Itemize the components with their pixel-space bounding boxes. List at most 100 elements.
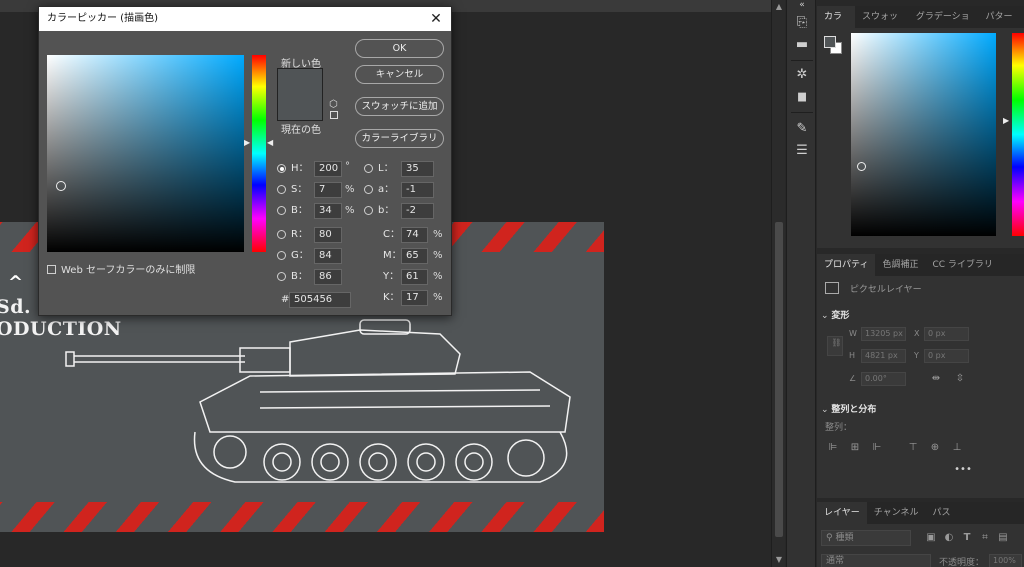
red-field[interactable]: 80 — [314, 227, 342, 243]
filter-shape-icon[interactable]: ⌗ — [979, 532, 991, 544]
saturation-field[interactable]: 7 — [314, 182, 342, 198]
tab-channels[interactable]: チャンネル — [867, 502, 926, 524]
flip-vertical-icon[interactable]: ⇳ — [954, 373, 966, 385]
hex-field[interactable]: 505456 — [289, 292, 351, 308]
align-right-icon[interactable]: ⊩ — [871, 442, 883, 454]
hue-marker-left-icon[interactable]: ◀ — [267, 138, 273, 147]
websafe-checkbox[interactable] — [47, 265, 56, 274]
layers-panel-tabs: レイヤー チャンネル パス — [817, 502, 1024, 524]
saturation-radio[interactable] — [277, 185, 286, 194]
align-section-header[interactable]: ⌄ 整列と分布 — [821, 402, 1024, 415]
red-radio[interactable] — [277, 230, 286, 239]
tab-cc-libraries[interactable]: CC ライブラリ — [925, 254, 999, 276]
filter-smart-icon[interactable]: ▤ — [997, 532, 1009, 544]
layer-filter-select[interactable]: ⚲ 種類 — [821, 530, 911, 546]
yellow-unit: % — [433, 271, 443, 282]
tab-gradients[interactable]: グラデーション — [909, 6, 979, 44]
filter-image-icon[interactable]: ▣ — [925, 532, 937, 544]
opacity-field[interactable]: 100% — [989, 554, 1022, 567]
hue-slider[interactable] — [1012, 33, 1024, 236]
yellow-field[interactable]: 61 — [401, 269, 428, 285]
comment-icon[interactable]: ▬ — [792, 36, 812, 54]
dialog-titlebar[interactable]: カラーピッカー (描画色) ✕ — [39, 7, 451, 31]
tab-properties[interactable]: プロパティ — [817, 254, 876, 276]
align-center-h-icon[interactable]: ⊞ — [849, 442, 861, 454]
y-field[interactable]: 0 px — [924, 349, 969, 363]
saturation-unit: % — [345, 184, 355, 195]
hue-slider[interactable] — [252, 55, 266, 252]
cube-icon[interactable]: ⬡ — [329, 99, 338, 110]
scroll-up-icon[interactable]: ▲ — [774, 2, 784, 12]
tab-layers[interactable]: レイヤー — [817, 502, 867, 524]
color-field-cursor[interactable] — [857, 162, 866, 171]
more-options-icon[interactable]: ••• — [953, 464, 973, 476]
blue-field[interactable]: 86 — [314, 269, 342, 285]
brush-icon[interactable]: ✎ — [792, 120, 812, 138]
vertical-scrollbar[interactable]: ▲ ▼ — [771, 0, 785, 567]
cyan-unit: % — [433, 229, 443, 240]
lab-a-field[interactable]: -1 — [401, 182, 434, 198]
navigator-icon[interactable]: ✲ — [792, 66, 812, 84]
lab-b-field[interactable]: -2 — [401, 203, 434, 219]
cyan-field[interactable]: 74 — [401, 227, 428, 243]
width-field[interactable]: 13205 px — [861, 327, 906, 341]
tab-patterns[interactable]: パターン — [979, 6, 1024, 44]
x-field[interactable]: 0 px — [924, 327, 969, 341]
hue-slider-marker-icon[interactable]: ▶ — [1003, 116, 1009, 125]
foreground-color-swatch[interactable] — [824, 36, 836, 48]
color-libraries-button[interactable]: カラーライブラリ — [355, 129, 444, 148]
brightness-radio[interactable] — [277, 206, 286, 215]
align-center-v-icon[interactable]: ⊕ — [929, 442, 941, 454]
cancel-button[interactable]: キャンセル — [355, 65, 444, 84]
color-field[interactable] — [851, 33, 996, 236]
picker-cursor[interactable] — [56, 181, 66, 191]
brightness-field[interactable]: 34 — [314, 203, 342, 219]
tab-adjustments[interactable]: 色調補正 — [875, 254, 925, 276]
scroll-down-icon[interactable]: ▼ — [774, 555, 784, 565]
flip-horizontal-icon[interactable]: ⇹ — [930, 373, 942, 385]
magenta-field[interactable]: 65 — [401, 248, 428, 264]
filter-text-icon[interactable]: T — [961, 532, 973, 544]
hue-marker-right-icon[interactable]: ▶ — [244, 138, 250, 147]
blend-mode-select[interactable]: 通常 — [821, 554, 931, 567]
angle-field[interactable]: 0.00° — [861, 372, 906, 386]
tab-paths[interactable]: パス — [925, 502, 957, 524]
link-icon[interactable]: ⛓ — [827, 336, 843, 356]
collapse-icon[interactable]: « — [792, 0, 812, 14]
red-label: R： — [291, 229, 308, 240]
tank-illustration — [65, 319, 571, 483]
color-preview-swatch — [277, 68, 323, 121]
align-top-icon[interactable]: ⊤ — [907, 442, 919, 454]
blue-radio[interactable] — [277, 272, 286, 281]
hue-radio[interactable] — [277, 164, 286, 173]
histogram-icon[interactable]: ▆ — [792, 88, 812, 106]
hue-field[interactable]: 200 — [314, 161, 342, 177]
close-icon[interactable]: ✕ — [427, 7, 445, 31]
black-unit: % — [433, 292, 443, 303]
black-field[interactable]: 17 — [401, 290, 428, 306]
history-icon[interactable]: ⎘ — [792, 14, 812, 32]
tab-swatches[interactable]: スウォッチ — [855, 6, 909, 44]
lab-l-radio[interactable] — [364, 164, 373, 173]
lab-a-radio[interactable] — [364, 185, 373, 194]
tab-color[interactable]: カラー — [817, 6, 855, 44]
saturation-brightness-field[interactable] — [47, 55, 244, 252]
add-to-swatches-button[interactable]: スウォッチに追加 — [355, 97, 444, 116]
green-radio[interactable] — [277, 251, 286, 260]
hue-unit: ° — [345, 161, 350, 172]
websafe-row[interactable]: Web セーフカラーのみに制限 — [47, 261, 195, 276]
black-label: K： — [383, 292, 400, 303]
transform-section-header[interactable]: ⌄ 変形 — [821, 308, 1024, 321]
align-left-icon[interactable]: ⊫ — [827, 442, 839, 454]
align-bottom-icon[interactable]: ⊥ — [951, 442, 963, 454]
scroll-thumb[interactable] — [775, 222, 783, 537]
ok-button[interactable]: OK — [355, 39, 444, 58]
brush-settings-icon[interactable]: ☰ — [792, 142, 812, 160]
filter-adjust-icon[interactable]: ◐ — [943, 532, 955, 544]
w-label: W — [849, 329, 857, 338]
lab-l-field[interactable]: 35 — [401, 161, 434, 177]
websafe-warning-icon[interactable] — [330, 111, 338, 119]
lab-b-radio[interactable] — [364, 206, 373, 215]
height-field[interactable]: 4821 px — [861, 349, 906, 363]
green-field[interactable]: 84 — [314, 248, 342, 264]
